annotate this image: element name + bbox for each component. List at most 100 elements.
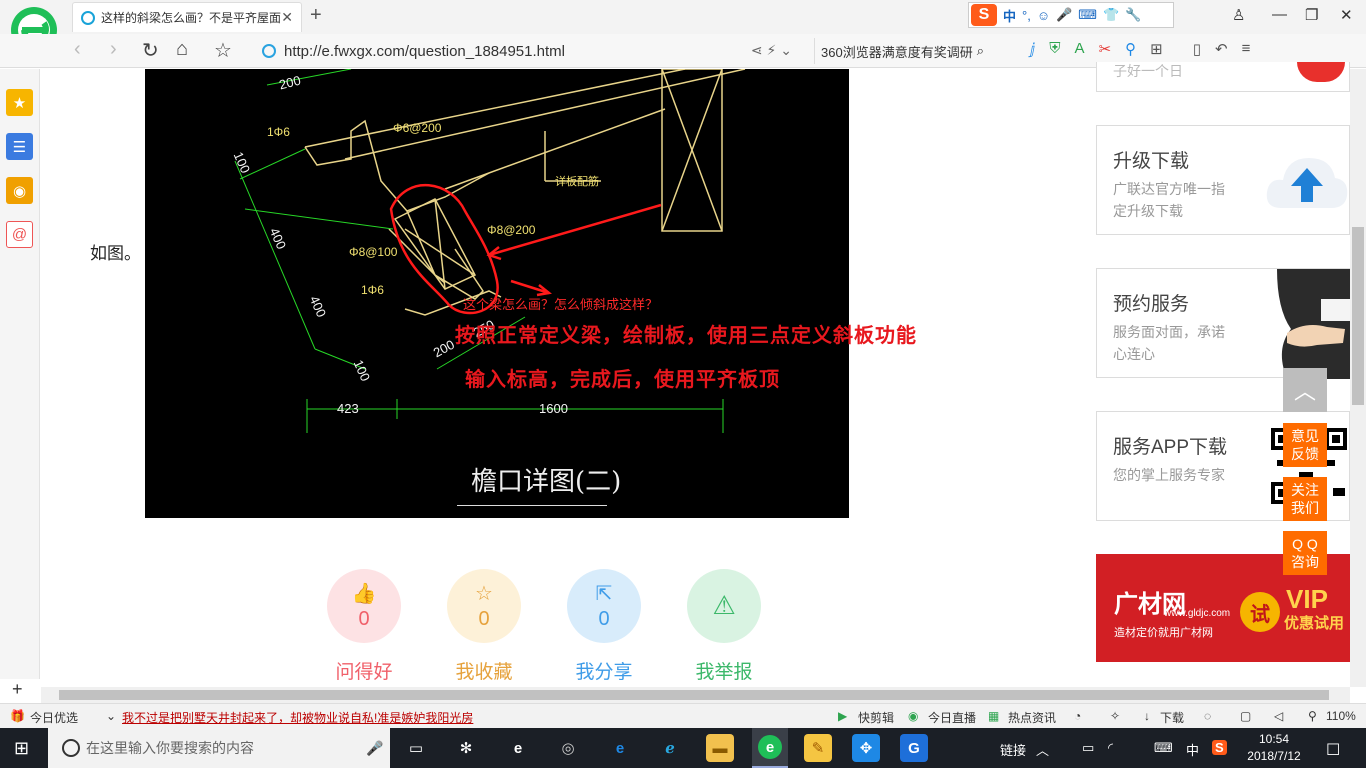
mail-icon[interactable]: @ (6, 221, 33, 248)
favorite-circle[interactable]: ☆ 0 (447, 569, 521, 643)
translate-icon[interactable]: A (1075, 40, 1085, 58)
file-explorer-icon[interactable]: ▬ (706, 734, 734, 762)
hot-news-link[interactable]: 热点资讯 (1008, 709, 1056, 726)
taskbar-search-placeholder[interactable]: 在这里输入你要搜索的内容 (86, 738, 254, 758)
like-circle[interactable]: 👍 0 (327, 569, 401, 643)
zoom-icon[interactable]: ⚲ (1308, 709, 1317, 723)
mobile-icon[interactable]: ▯ (1193, 40, 1201, 58)
search-icon[interactable]: ⌕ (977, 43, 984, 59)
move-app-icon[interactable]: ✥ (852, 734, 880, 762)
chevron-down-icon[interactable]: ⌄ (106, 709, 116, 723)
back-to-top-button[interactable]: ︿ (1283, 368, 1327, 412)
notifications-icon[interactable]: ☐ (1326, 740, 1340, 760)
task-view-icon[interactable]: ▭ (402, 734, 430, 762)
gift-icon[interactable]: 🎁 (10, 709, 25, 723)
ie-icon[interactable]: ℯ (656, 734, 684, 762)
search-text[interactable]: 360浏览器满意度有奖调研 (821, 42, 973, 61)
close-window-button[interactable]: ✕ (1340, 6, 1353, 24)
skin-shirt-icon[interactable]: ♙ (1232, 6, 1245, 24)
back-button[interactable]: ‹ (74, 38, 81, 61)
taskbar-search-box[interactable]: 在这里输入你要搜索的内容 🎤 (48, 728, 390, 768)
home-button[interactable]: ⌂ (176, 38, 188, 61)
new-tab-button[interactable]: + (310, 4, 322, 27)
extension-ip-icon[interactable]: ⅉ (1030, 40, 1035, 58)
sogou-tray-icon[interactable]: S (1212, 740, 1227, 755)
link-label[interactable]: 链接 (1000, 740, 1026, 759)
tab-close-icon[interactable]: ✕ (281, 9, 293, 26)
share-icon[interactable]: ⋖ ⚡ ⌄ (751, 42, 792, 59)
forward-button[interactable]: › (110, 38, 117, 61)
edge-icon[interactable]: e (606, 734, 634, 762)
microphone-icon[interactable]: 🎤 (1056, 7, 1072, 23)
undo-icon[interactable]: ↶ (1215, 40, 1228, 58)
speedup-icon[interactable]: ◔ (1074, 709, 1081, 723)
sound-icon[interactable]: ◁ (1274, 709, 1283, 723)
upgrade-download-card[interactable]: 升级下载 广联达官方唯一指定升级下载 (1096, 125, 1350, 235)
tray-network-device-icon[interactable]: ▭ (1082, 740, 1094, 756)
sidebar-add-button[interactable]: + (12, 679, 23, 700)
live-link[interactable]: 今日直播 (928, 709, 976, 726)
sogou-ime-icon[interactable]: S (971, 4, 997, 26)
minimize-button[interactable]: — (1272, 6, 1287, 23)
partial-card[interactable]: 子好一个日 (1096, 62, 1350, 92)
system-clock[interactable]: 10:54 2018/7/12 (1244, 731, 1304, 765)
ime-mode[interactable]: 中 (1186, 740, 1199, 759)
horizontal-scroll-thumb[interactable] (59, 690, 1329, 700)
share-circle[interactable]: ⇱ 0 (567, 569, 641, 643)
skin-icon[interactable]: 👕 (1103, 7, 1119, 23)
zoom-search-icon[interactable]: ⚲ (1125, 40, 1136, 58)
share-button[interactable]: ⇱ 0 我分享 (567, 569, 641, 684)
menu-icon[interactable]: ≡ (1242, 40, 1251, 58)
qq-consult-button[interactable]: Q Q 咨询 (1283, 531, 1327, 575)
zoom-level[interactable]: 110% (1326, 709, 1356, 723)
weibo-icon[interactable]: ◉ (6, 177, 33, 204)
like-label[interactable]: 问得好 (335, 657, 392, 684)
follow-us-button[interactable]: 关注 我们 (1283, 477, 1327, 521)
favorite-star-button[interactable]: ☆ (214, 38, 232, 63)
favorites-icon[interactable]: ★ (6, 89, 33, 116)
ime-language-label[interactable]: 中 (1003, 6, 1016, 25)
ime-toolbar[interactable]: S 中 °, ☺ 🎤 ⌨ 👕 🔧 (968, 2, 1174, 28)
today-picks[interactable]: 今日优选 (30, 709, 78, 726)
like-button[interactable]: 👍 0 问得好 (327, 569, 401, 684)
vertical-scrollbar[interactable] (1350, 69, 1366, 687)
shield-icon[interactable]: ⛨ (1049, 40, 1060, 58)
pinwheel-app-icon[interactable]: ✻ (452, 734, 480, 762)
feedback-button[interactable]: 意见 反馈 (1283, 423, 1327, 467)
horizontal-scrollbar[interactable] (41, 687, 1350, 703)
glodon-app-icon[interactable]: G (900, 734, 928, 762)
report-button[interactable]: ⚠ 我举报 (687, 569, 761, 684)
notes-app-icon[interactable]: ✎ (804, 734, 832, 762)
cleanup-icon[interactable]: ✧ (1110, 709, 1120, 723)
news-icon[interactable]: ▦ (988, 709, 999, 723)
reload-button[interactable]: ↻ (142, 38, 159, 63)
punctuation-icon[interactable]: °, (1022, 8, 1031, 23)
keyboard-icon[interactable]: ⌨ (1154, 740, 1173, 756)
live-icon[interactable]: ◉ (908, 709, 918, 723)
address-bar[interactable]: http://e.fwxgx.com/question_1884951.html… (262, 38, 810, 64)
favorite-button[interactable]: ☆ 0 我收藏 (447, 569, 521, 684)
report-label[interactable]: 我举报 (695, 657, 752, 684)
window-icon[interactable]: ▢ (1240, 709, 1251, 723)
spiral-app-icon[interactable]: ◎ (554, 734, 582, 762)
restore-button[interactable]: ❐ (1305, 6, 1318, 24)
favorite-label[interactable]: 我收藏 (455, 657, 512, 684)
url-text[interactable]: http://e.fwxgx.com/question_1884951.html (284, 43, 565, 60)
scissors-icon[interactable]: ✂ (1099, 40, 1112, 58)
360-browser-taskbar-icon[interactable]: e (752, 728, 788, 768)
e-browser-icon[interactable]: e (504, 734, 532, 762)
upgrade-title[interactable]: 升级下载 (1113, 146, 1189, 173)
reading-list-icon[interactable]: ☰ (6, 133, 33, 160)
vertical-scroll-thumb[interactable] (1352, 227, 1364, 405)
report-circle[interactable]: ⚠ (687, 569, 761, 643)
keyboard-icon[interactable]: ⌨ (1078, 7, 1097, 23)
wrench-icon[interactable]: 🔧 (1125, 7, 1141, 23)
news-headline-link[interactable]: 我不过是把别墅天井封起来了，却被物业说自私!准是嫉妒我阳光房 (122, 709, 473, 726)
share-label[interactable]: 我分享 (575, 657, 632, 684)
appointment-service-card[interactable]: 预约服务 服务面对面，承诺心连心 (1096, 268, 1351, 379)
microphone-icon[interactable]: 🎤 (366, 740, 383, 757)
service-title[interactable]: 预约服务 (1113, 289, 1189, 316)
kuaijianji-link[interactable]: 快剪辑 (858, 709, 894, 726)
download-link[interactable]: 下载 (1160, 709, 1184, 726)
tray-expand-icon[interactable]: ︿ (1036, 740, 1049, 759)
